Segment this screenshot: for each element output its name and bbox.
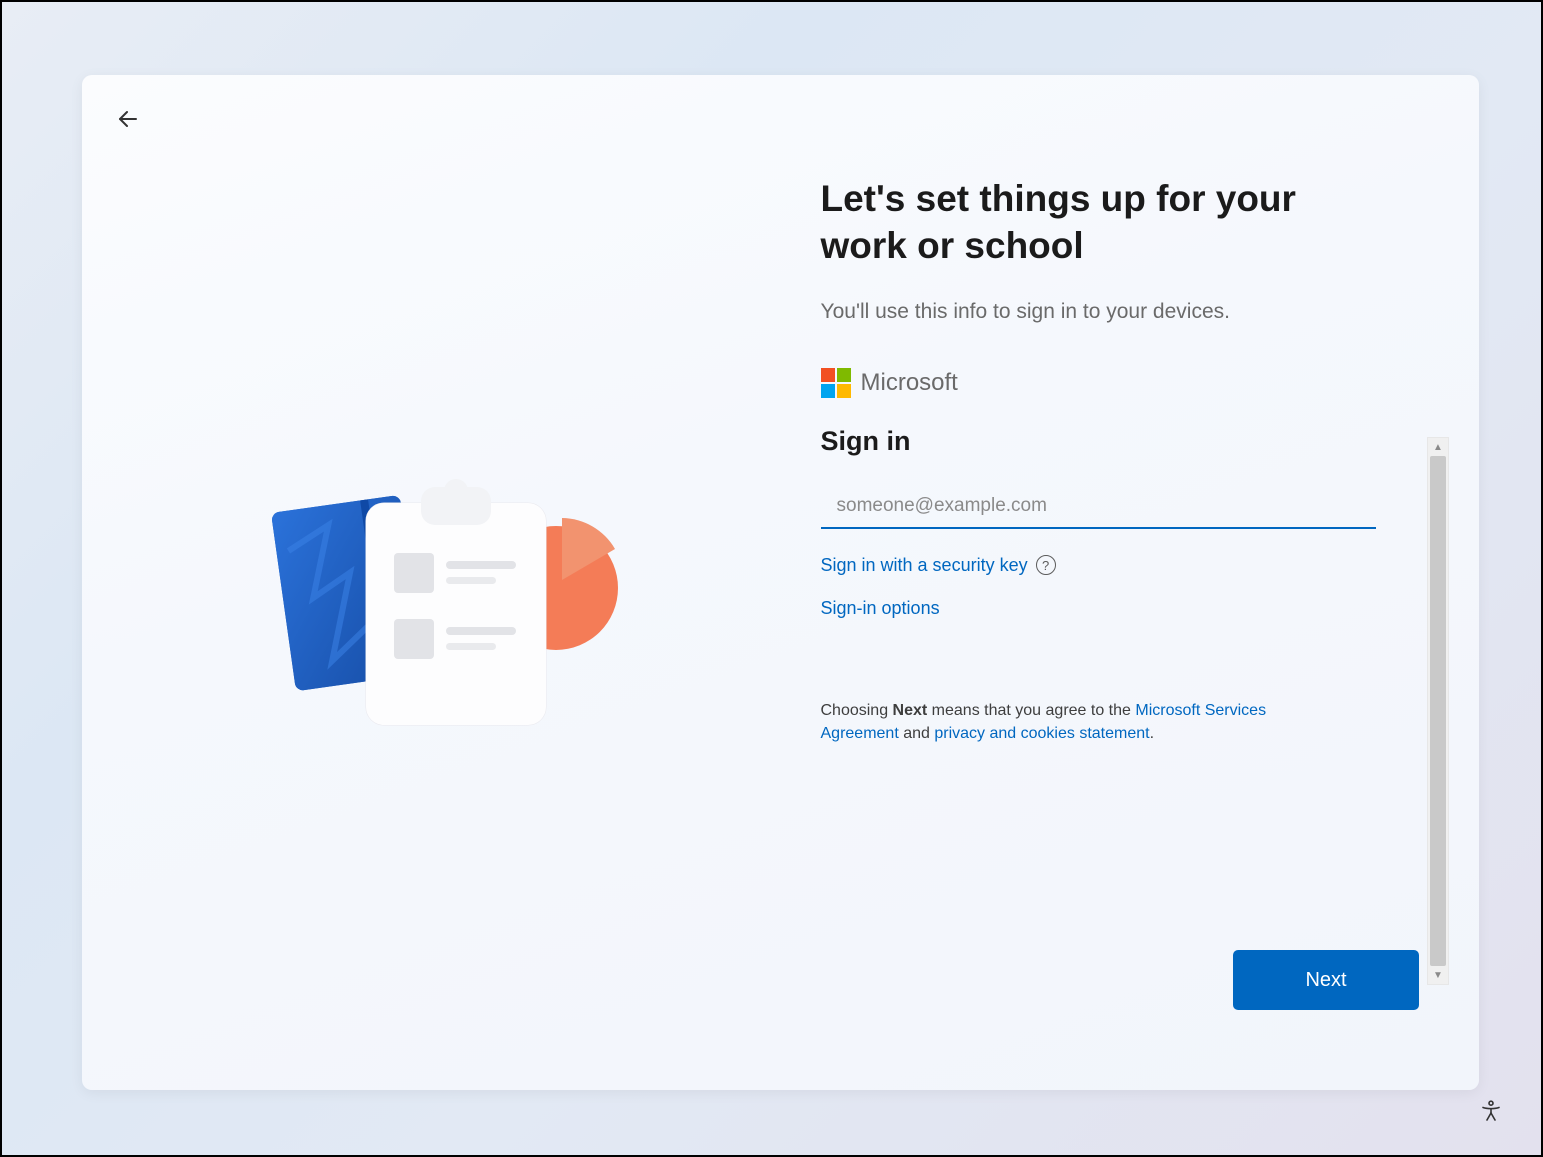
sign-in-section: Microsoft Sign in Sign in with a securit…: [821, 368, 1381, 745]
consent-prefix: Choosing: [821, 702, 893, 719]
email-field[interactable]: [821, 487, 1376, 529]
office-illustration-icon: [216, 453, 646, 733]
hero-illustration: [216, 453, 646, 713]
page-title: Let's set things up for your work or sch…: [821, 175, 1341, 270]
consent-text: Choosing Next means that you agree to th…: [821, 699, 1341, 745]
right-pane: Let's set things up for your work or sch…: [781, 75, 1480, 1090]
microsoft-logo-icon: [821, 368, 851, 398]
consent-suffix: .: [1150, 725, 1154, 742]
scroll-up-icon[interactable]: ▲: [1428, 438, 1448, 456]
brand-name: Microsoft: [861, 369, 958, 397]
left-pane: [82, 75, 781, 1090]
next-button[interactable]: Next: [1233, 950, 1419, 1010]
security-key-row: Sign in with a security key ?: [821, 555, 1376, 576]
accessibility-icon: [1479, 1099, 1503, 1123]
scrollbar[interactable]: ▲ ▼: [1427, 437, 1449, 985]
oobe-card: Let's set things up for your work or sch…: [82, 75, 1479, 1090]
brand-row: Microsoft: [821, 368, 1376, 398]
sign-in-heading: Sign in: [821, 426, 1376, 457]
privacy-statement-link[interactable]: privacy and cookies statement: [934, 725, 1149, 742]
sign-in-options-row: Sign-in options: [821, 598, 1376, 619]
accessibility-button[interactable]: [1473, 1093, 1509, 1129]
consent-and: and: [899, 725, 935, 742]
scrollbar-thumb[interactable]: [1430, 456, 1446, 966]
scroll-down-icon[interactable]: ▼: [1428, 966, 1448, 984]
security-key-link[interactable]: Sign in with a security key: [821, 555, 1028, 576]
page-subtitle: You'll use this info to sign in to your …: [821, 300, 1420, 324]
help-icon[interactable]: ?: [1036, 555, 1056, 575]
consent-middle: means that you agree to the: [927, 702, 1135, 719]
sign-in-options-link[interactable]: Sign-in options: [821, 598, 940, 619]
consent-bold: Next: [893, 702, 928, 719]
